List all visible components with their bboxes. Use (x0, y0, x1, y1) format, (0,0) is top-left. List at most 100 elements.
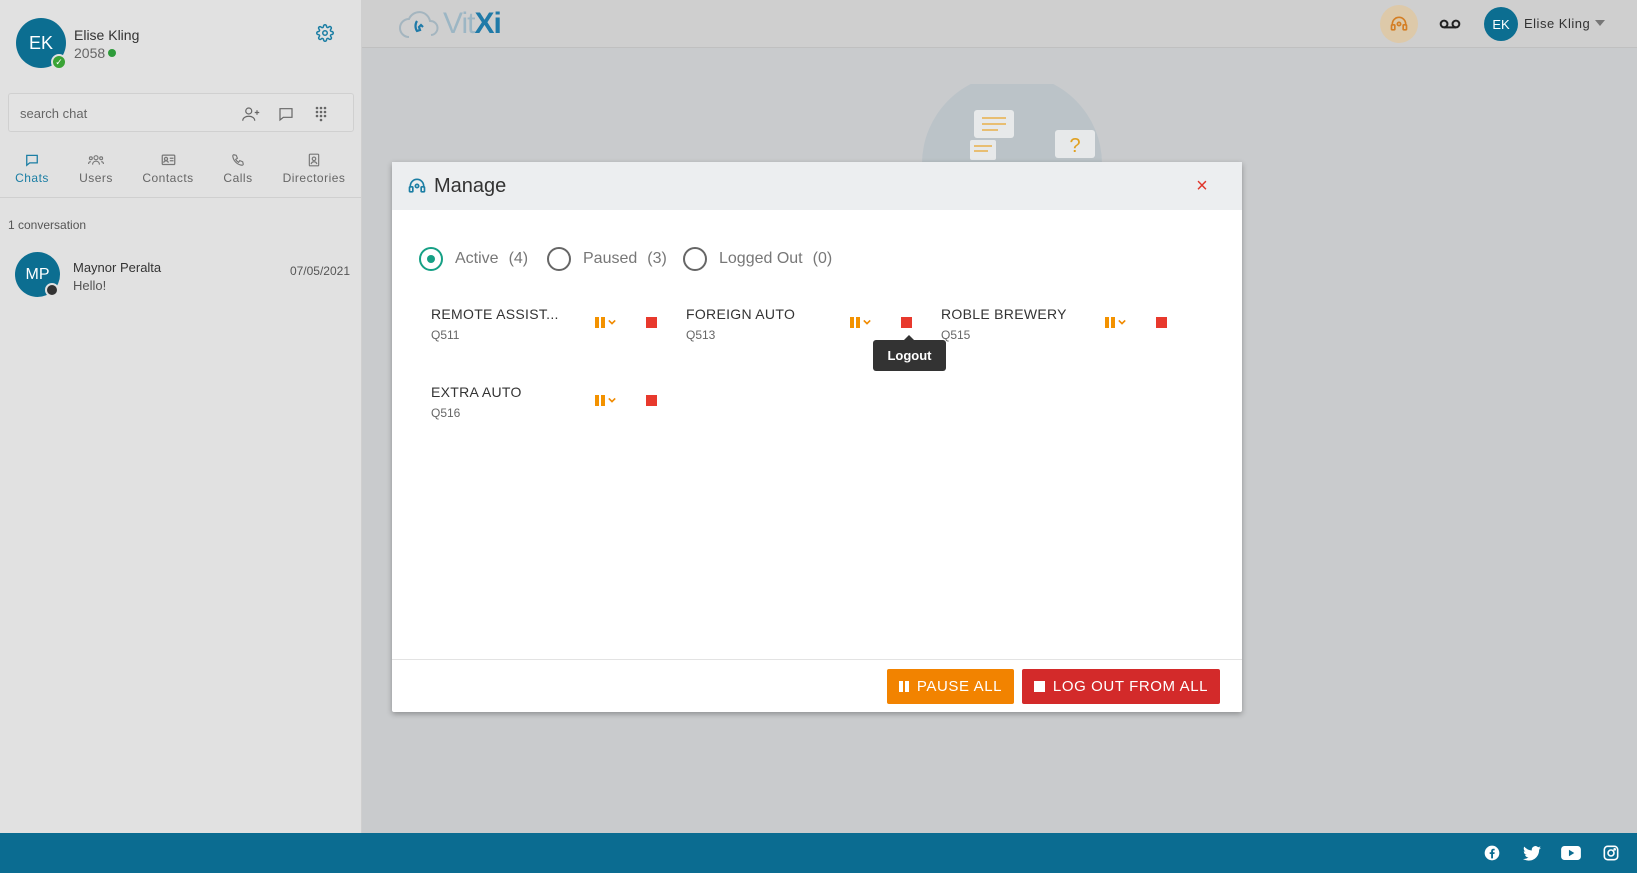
tab-calls[interactable]: Calls (222, 153, 254, 185)
tab-contacts[interactable]: Contacts (142, 153, 194, 185)
list-item[interactable]: MP Maynor Peralta Hello! 07/05/2021 (15, 252, 350, 298)
dialog-title: Manage (434, 175, 507, 197)
pause-icon (1105, 316, 1115, 328)
pause-all-label: PAUSE ALL (916, 678, 1003, 695)
radio-circle (547, 247, 571, 271)
conversation-date: 07/05/2021 (289, 264, 350, 278)
chevron-down-icon (863, 319, 871, 325)
user-badge-icon (45, 283, 59, 297)
dialog-footer: PAUSE ALL LOG OUT FROM ALL (392, 659, 1242, 712)
logout-queue-button[interactable] (1156, 317, 1167, 328)
headset-icon (407, 176, 427, 196)
empty-state-illustration: ? (912, 74, 1112, 164)
pause-icon (898, 681, 909, 692)
voicemail-icon[interactable] (1438, 13, 1462, 35)
search-input[interactable] (20, 103, 220, 123)
pause-all-button[interactable]: PAUSE ALL (887, 669, 1014, 704)
new-chat-icon[interactable] (276, 104, 296, 124)
filter-label: Active (455, 250, 499, 267)
pause-icon (850, 316, 860, 328)
chevron-down-icon (1118, 319, 1126, 325)
radio-circle (683, 247, 707, 271)
pause-queue-button[interactable] (850, 314, 876, 330)
twitter-icon[interactable] (1522, 843, 1542, 863)
tab-label: Directories (282, 171, 346, 185)
filter-count: (3) (647, 250, 667, 267)
user-menu-name[interactable]: Elise Kling (1524, 16, 1590, 31)
profile-extension: 2058 (74, 45, 117, 61)
agent-headset-button[interactable] (1380, 5, 1418, 43)
gear-icon[interactable] (316, 24, 340, 48)
logo-text-bold: Xi (474, 7, 501, 40)
avatar[interactable]: EK (1484, 7, 1518, 41)
filter-logged-out-radio[interactable]: Logged Out (0) (683, 246, 832, 272)
queue-item: REMOTE ASSIST... Q511 (431, 306, 671, 346)
logout-all-label: LOG OUT FROM ALL (1052, 678, 1209, 695)
logout-queue-button[interactable] (646, 395, 657, 406)
tab-label: Contacts (142, 171, 194, 185)
filter-paused-radio[interactable]: Paused (3) (547, 246, 667, 272)
tab-label: Users (79, 171, 113, 185)
stop-icon (1033, 681, 1045, 692)
logout-queue-button[interactable] (646, 317, 657, 328)
tab-users[interactable]: Users (78, 153, 114, 185)
sidebar: EK ✓ Elise Kling 2058 Chats Users Con (0, 0, 362, 833)
phone-icon (230, 153, 246, 167)
chevron-down-icon[interactable] (1595, 20, 1605, 26)
status-dot (108, 49, 117, 57)
chevron-down-icon (608, 319, 616, 325)
search-bar (8, 93, 354, 132)
logout-queue-button[interactable] (901, 317, 912, 328)
radio-circle (419, 247, 443, 271)
filter-count: (4) (508, 250, 529, 267)
conversation-last-message: Hello! (73, 278, 107, 293)
online-check-icon: ✓ (51, 54, 67, 70)
cloud-phone-icon (399, 11, 439, 38)
queue-item: ROBLE BREWERY Q515 (941, 306, 1181, 346)
queue-name: EXTRA AUTO (431, 384, 522, 400)
queue-id: Q515 (941, 328, 971, 342)
instagram-icon[interactable] (1601, 843, 1621, 863)
queue-name: REMOTE ASSIST... (431, 306, 559, 322)
manage-dialog: Manage × Active (4) Paused (3) Logged Ou… (392, 162, 1242, 712)
close-icon[interactable]: × (1192, 176, 1212, 196)
logo-text: VitXi (443, 7, 502, 41)
filter-label: Logged Out (719, 250, 803, 267)
logout-tooltip: Logout (873, 335, 946, 371)
pause-icon (595, 316, 605, 328)
directory-icon (306, 153, 322, 167)
footer-bar (0, 833, 1637, 873)
queue-name: FOREIGN AUTO (686, 306, 796, 322)
queue-id: Q516 (431, 406, 461, 420)
tab-label: Chats (15, 171, 49, 185)
queue-item: EXTRA AUTO Q516 (431, 384, 671, 424)
headset-icon (1390, 16, 1408, 31)
add-user-icon[interactable] (241, 104, 261, 124)
dialog-header: Manage × (392, 162, 1242, 210)
sidebar-tabs: Chats Users Contacts Calls Directories (0, 148, 362, 198)
pause-queue-button[interactable] (1105, 314, 1131, 330)
youtube-icon[interactable] (1561, 843, 1581, 863)
tab-directories[interactable]: Directories (282, 153, 346, 185)
facebook-icon[interactable] (1482, 843, 1502, 863)
extension-number: 2058 (74, 45, 106, 61)
logo-text-light: Vit (443, 7, 475, 40)
tab-chats[interactable]: Chats (15, 153, 49, 185)
logout-all-button[interactable]: LOG OUT FROM ALL (1022, 669, 1220, 704)
logo: VitXi (397, 6, 502, 42)
filter-active-radio[interactable]: Active (4) (419, 246, 528, 272)
conversation-name: Maynor Peralta (73, 260, 162, 275)
profile-name: Elise Kling (74, 27, 140, 43)
top-bar: VitXi EK Elise Kling (362, 0, 1637, 48)
contact-card-icon (160, 153, 176, 167)
queue-name: ROBLE BREWERY (941, 306, 1067, 322)
dialpad-icon[interactable] (311, 104, 331, 124)
tab-label: Calls (223, 171, 253, 185)
pause-icon (595, 394, 605, 406)
conversation-count: 1 conversation (8, 218, 87, 232)
pause-queue-button[interactable] (595, 314, 621, 330)
filter-count: (0) (812, 250, 833, 267)
pause-queue-button[interactable] (595, 392, 621, 408)
profile-header: EK ✓ Elise Kling 2058 (16, 18, 346, 70)
queue-id: Q513 (686, 328, 716, 342)
